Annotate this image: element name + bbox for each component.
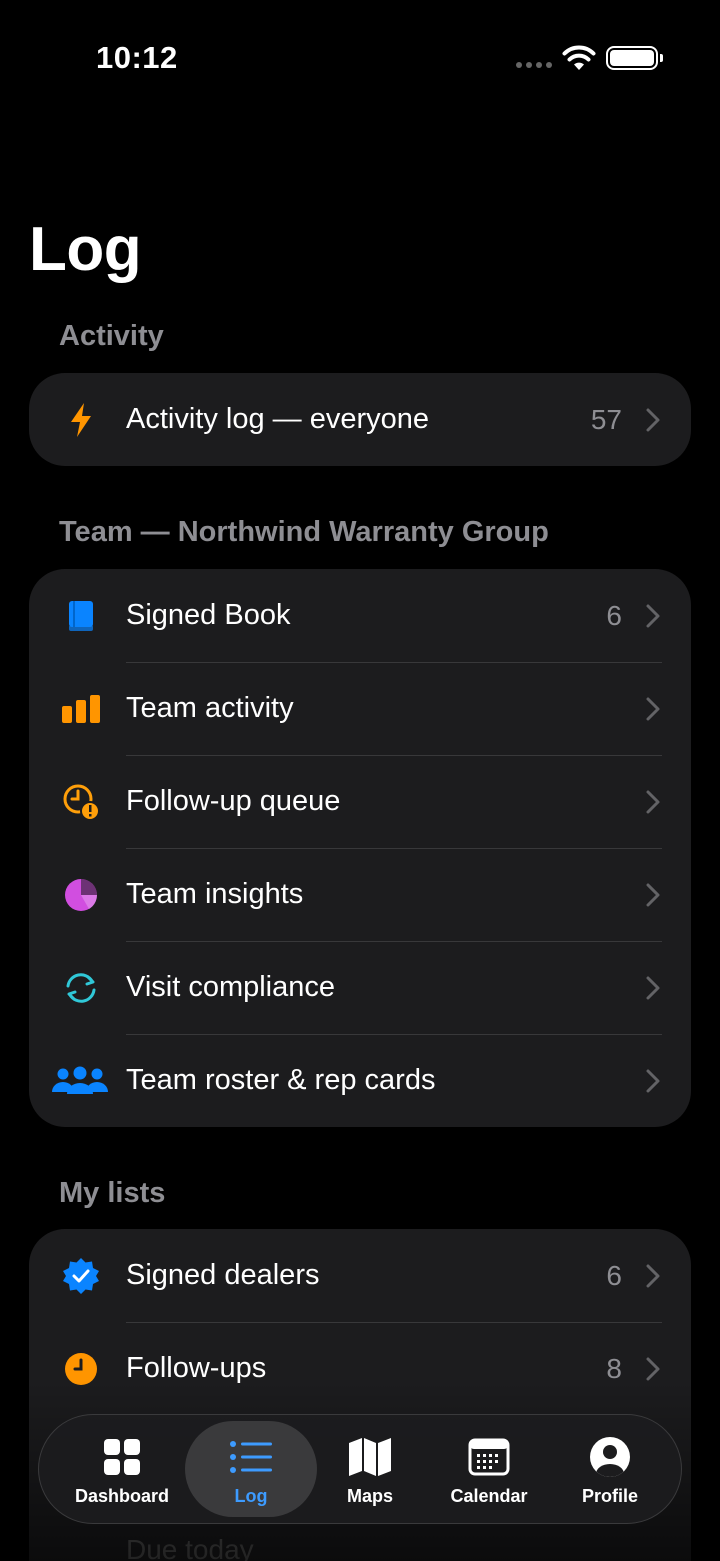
grid-icon xyxy=(100,1435,144,1479)
row-label: Follow-ups xyxy=(126,1352,267,1384)
row-label: Follow-up queue xyxy=(126,785,341,817)
clock-alert-icon xyxy=(59,780,103,824)
chevron-right-icon xyxy=(646,408,660,431)
tab-label: Calendar xyxy=(450,1486,528,1506)
row-label: Team activity xyxy=(126,692,294,724)
page-title: Log xyxy=(29,215,142,284)
tab-dashboard[interactable]: Dashboard xyxy=(61,1415,183,1525)
tab-bar: Dashboard Log Maps Calendar Profile xyxy=(38,1414,682,1524)
row-count: 6 xyxy=(606,1259,622,1291)
wifi-icon xyxy=(562,45,596,70)
chevron-right-icon xyxy=(646,604,660,627)
chevron-right-icon xyxy=(646,697,660,720)
row-team-insights[interactable]: Team insights xyxy=(29,848,691,941)
map-icon xyxy=(348,1435,392,1479)
row-label: Signed dealers xyxy=(126,1259,320,1291)
row-activity-log[interactable]: Activity log — everyone 57 xyxy=(29,373,691,466)
status-bar: 10:12 xyxy=(0,0,720,116)
row-label: Activity log — everyone xyxy=(126,403,430,435)
cellular-signal-icon xyxy=(516,62,552,68)
tab-maps[interactable]: Maps xyxy=(309,1415,431,1525)
bolt-icon xyxy=(59,398,103,442)
tab-label: Profile xyxy=(581,1486,638,1506)
book-icon xyxy=(59,594,103,638)
list-icon xyxy=(229,1435,273,1479)
tab-label: Log xyxy=(234,1486,268,1506)
chevron-right-icon xyxy=(646,883,660,906)
sync-icon xyxy=(59,966,103,1010)
tab-log[interactable]: Log xyxy=(185,1415,317,1525)
chevron-right-icon xyxy=(646,976,660,999)
row-follow-ups[interactable]: Follow-ups 8 xyxy=(29,1322,691,1415)
activity-group: Activity log — everyone 57 xyxy=(29,373,691,466)
clock-icon xyxy=(59,1347,103,1391)
tab-calendar[interactable]: Calendar xyxy=(428,1415,550,1525)
row-label: Signed Book xyxy=(126,599,291,631)
pie-chart-icon xyxy=(59,873,103,917)
person-icon xyxy=(588,1435,632,1479)
chevron-right-icon xyxy=(646,1357,660,1380)
row-signed-dealers[interactable]: Signed dealers 6 xyxy=(29,1229,691,1322)
chevron-right-icon xyxy=(646,1069,660,1092)
chevron-right-icon xyxy=(646,1264,660,1287)
section-header-my-lists: My lists xyxy=(59,1177,166,1209)
team-group: Signed Book 6 Team activity Follow-up qu… xyxy=(29,569,691,1127)
people-icon xyxy=(51,1059,109,1103)
row-label: Team roster & rep cards xyxy=(126,1064,436,1096)
row-label: Visit compliance xyxy=(126,971,336,1003)
row-count: 57 xyxy=(590,403,622,435)
row-team-roster[interactable]: Team roster & rep cards xyxy=(29,1034,691,1127)
tab-profile[interactable]: Profile xyxy=(549,1415,671,1525)
bar-chart-icon xyxy=(59,687,103,731)
tab-label: Maps xyxy=(346,1486,393,1506)
row-due-today-label: Due today xyxy=(126,1534,254,1561)
section-header-team: Team — Northwind Warranty Group xyxy=(59,516,549,548)
row-label: Team insights xyxy=(126,878,304,910)
section-header-activity: Activity xyxy=(59,320,164,352)
row-team-activity[interactable]: Team activity xyxy=(29,662,691,755)
row-signed-book[interactable]: Signed Book 6 xyxy=(29,569,691,662)
row-visit-compliance[interactable]: Visit compliance xyxy=(29,941,691,1034)
verified-badge-icon xyxy=(59,1254,103,1298)
chevron-right-icon xyxy=(646,790,660,813)
row-follow-up-queue[interactable]: Follow-up queue xyxy=(29,755,691,848)
battery-icon xyxy=(606,46,663,70)
calendar-icon xyxy=(467,1435,511,1479)
tab-label: Dashboard xyxy=(74,1486,170,1506)
row-count: 6 xyxy=(606,599,622,631)
row-count: 8 xyxy=(606,1352,622,1384)
status-time: 10:12 xyxy=(96,40,178,75)
